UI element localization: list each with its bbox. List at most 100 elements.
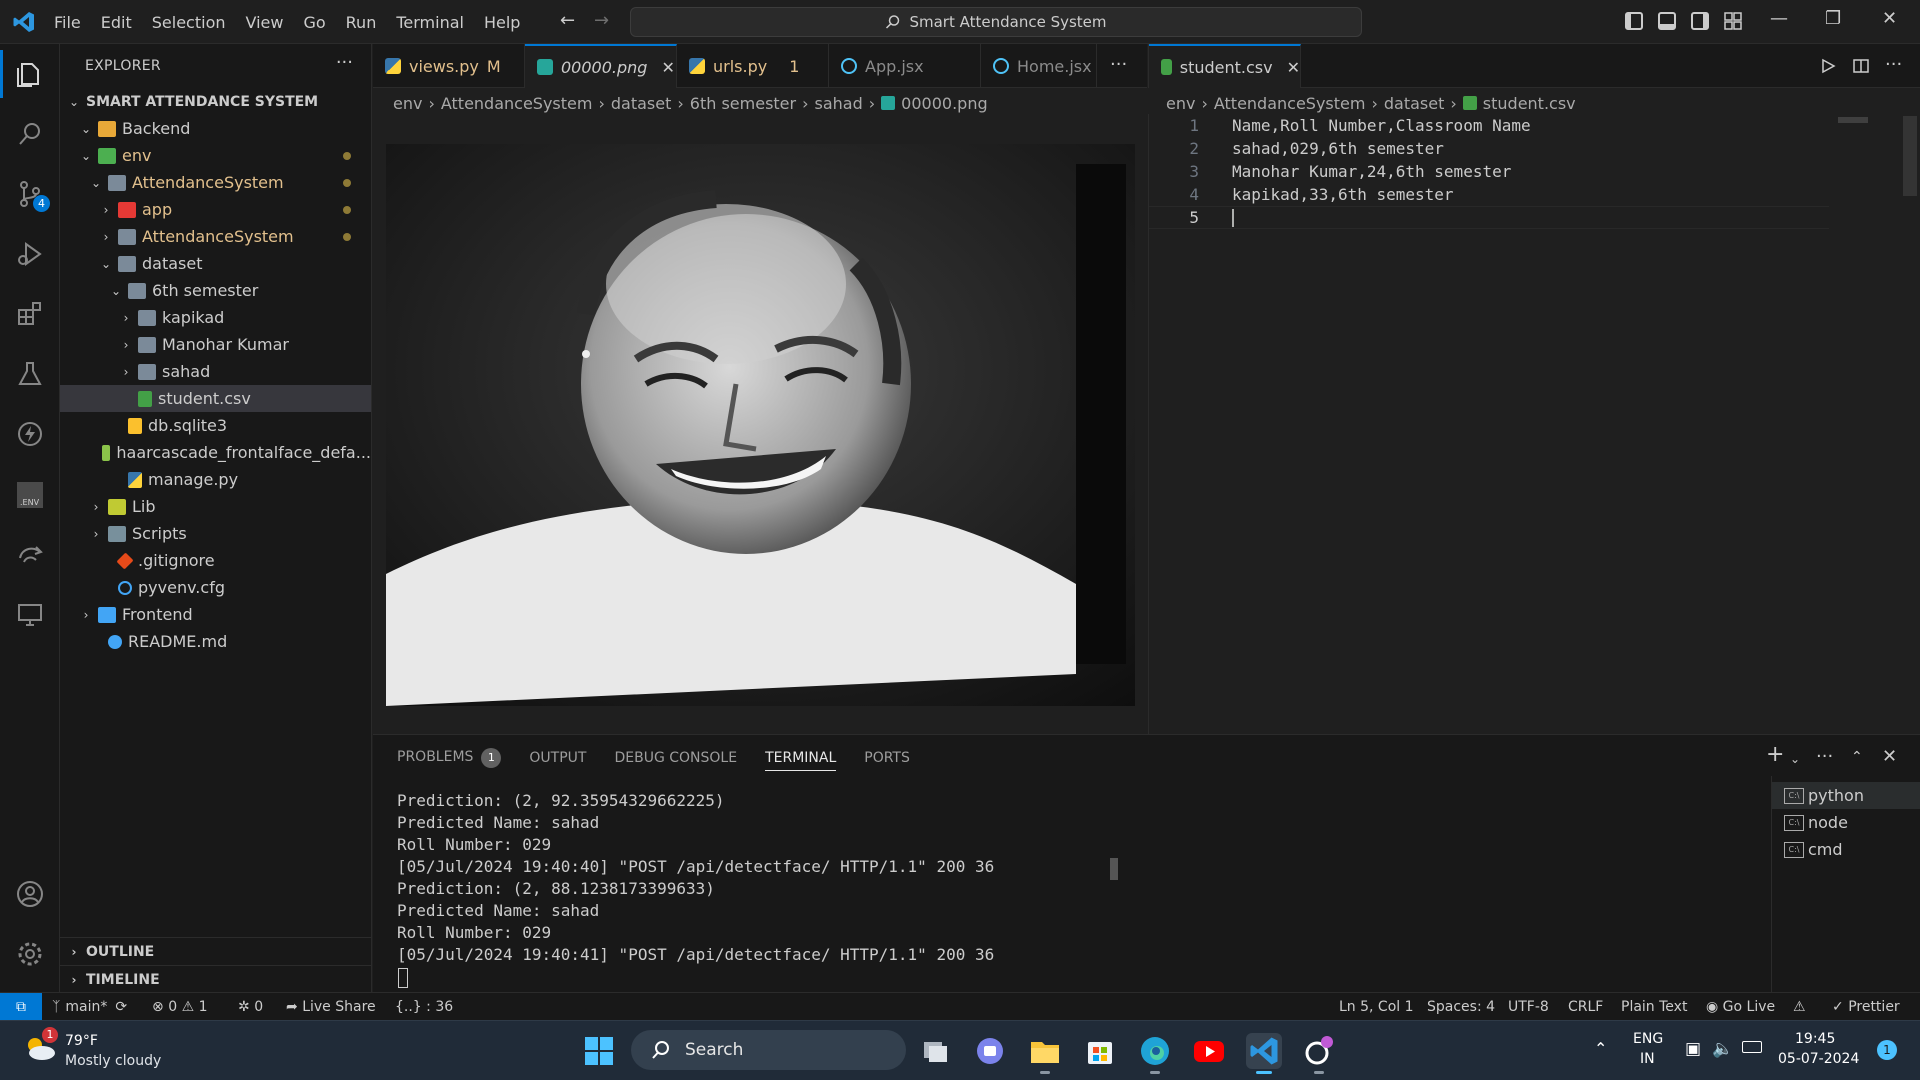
tab-00000-png[interactable]: 00000.png ✕ — [525, 44, 677, 88]
breadcrumb-item[interactable]: dataset — [611, 94, 672, 113]
thunder-client-icon[interactable] — [14, 418, 46, 450]
copilot-icon[interactable] — [1301, 1033, 1337, 1074]
tree-item-kapikad[interactable]: › kapikad — [60, 304, 371, 331]
tree-item-db-sqlite3[interactable]: db.sqlite3 — [60, 412, 371, 439]
back-arrow-icon[interactable]: ← — [560, 10, 575, 31]
menu-run[interactable]: Run — [336, 13, 387, 32]
chevron-down-icon[interactable]: ⌄ — [1790, 752, 1800, 766]
notifications-off-icon[interactable]: ⚠ — [1793, 993, 1806, 1020]
toggle-secondary-sidebar-icon[interactable] — [1691, 12, 1709, 30]
close-tab-icon[interactable]: ✕ — [661, 58, 674, 77]
problems-indicator[interactable]: ⊗ 0 ⚠ 1 — [152, 993, 208, 1020]
tab-views-py[interactable]: views.py M — [373, 44, 525, 88]
split-editor-icon[interactable] — [1853, 58, 1869, 74]
breadcrumb-item[interactable]: student.csv — [1483, 94, 1576, 113]
encoding[interactable]: UTF-8 — [1508, 993, 1549, 1020]
clock-date[interactable]: 05-07-2024 — [1778, 1051, 1859, 1067]
terminal-item-node[interactable]: C:\ node — [1772, 809, 1920, 836]
tree-item-pyvenv-cfg[interactable]: pyvenv.cfg — [60, 574, 371, 601]
more-tabs-icon[interactable]: ··· — [1110, 54, 1127, 75]
battery-icon[interactable] — [1742, 1041, 1762, 1053]
tree-item-attendancesystem-inner[interactable]: › AttendanceSystem — [60, 223, 371, 250]
clock-time[interactable]: 19:45 — [1795, 1031, 1835, 1047]
file-explorer-icon[interactable] — [1027, 1033, 1063, 1074]
language-mode[interactable]: Plain Text — [1621, 993, 1687, 1020]
breadcrumb-item[interactable]: AttendanceSystem — [441, 94, 593, 113]
go-live-button[interactable]: ◉ Go Live — [1706, 993, 1775, 1020]
code-editor[interactable]: 1 Name,Roll Number,Classroom Name 2 saha… — [1148, 114, 1920, 734]
settings-gear-icon[interactable] — [14, 938, 46, 970]
cursor-position[interactable]: Ln 5, Col 1 — [1339, 993, 1414, 1020]
tab-terminal[interactable]: TERMINAL — [765, 750, 837, 771]
remote-indicator-icon[interactable]: ⧉ — [0, 993, 42, 1020]
tree-item-scripts[interactable]: › Scripts — [60, 520, 371, 547]
tab-debug-console[interactable]: DEBUG CONSOLE — [614, 750, 737, 770]
tree-item-6th-semester[interactable]: ⌄ 6th semester — [60, 277, 371, 304]
tree-item-readme[interactable]: README.md — [60, 628, 371, 655]
breadcrumb-item[interactable]: sahad — [815, 94, 863, 113]
customize-layout-icon[interactable] — [1724, 12, 1742, 30]
outline-section[interactable]: › OUTLINE — [60, 937, 371, 965]
restore-icon[interactable]: ❐ — [1825, 8, 1841, 29]
menu-file[interactable]: File — [44, 13, 91, 32]
tree-item-haarcascade[interactable]: haarcascade_frontalface_defa... — [60, 439, 371, 466]
source-control-icon[interactable]: 4 — [14, 178, 50, 212]
network-icon[interactable]: ▣ — [1685, 1039, 1701, 1059]
tree-item-manohar-kumar[interactable]: › Manohar Kumar — [60, 331, 371, 358]
close-panel-icon[interactable]: ✕ — [1882, 746, 1897, 767]
indentation[interactable]: Spaces: 4 — [1427, 993, 1495, 1020]
taskbar-search[interactable]: Search — [631, 1030, 906, 1070]
new-terminal-icon[interactable]: + — [1766, 742, 1784, 767]
tree-item-sahad[interactable]: › sahad — [60, 358, 371, 385]
notification-badge[interactable]: 1 — [1877, 1040, 1897, 1060]
language-indicator[interactable]: ENG — [1633, 1031, 1663, 1047]
menu-view[interactable]: View — [236, 13, 294, 32]
teams-chat-icon[interactable] — [972, 1033, 1008, 1069]
vscode-taskbar-icon[interactable] — [1246, 1033, 1282, 1074]
breadcrumb-item[interactable]: AttendanceSystem — [1214, 94, 1366, 113]
maximize-panel-icon[interactable]: ⌃ — [1851, 749, 1863, 765]
start-windows-icon[interactable] — [581, 1033, 617, 1069]
run-debug-icon[interactable] — [14, 238, 46, 270]
menu-terminal[interactable]: Terminal — [386, 13, 474, 32]
remote-explorer-icon[interactable] — [14, 538, 46, 570]
tab-student-csv[interactable]: student.csv ✕ — [1149, 44, 1301, 88]
toggle-primary-sidebar-icon[interactable] — [1625, 12, 1643, 30]
remote-monitor-icon[interactable] — [14, 598, 46, 630]
tab-output[interactable]: OUTPUT — [529, 750, 586, 770]
live-share-button[interactable]: ➦ Live Share — [286, 993, 376, 1020]
more-actions-icon[interactable]: ··· — [1885, 54, 1902, 75]
tree-item-backend[interactable]: ⌄ Backend — [60, 115, 371, 142]
minimize-icon[interactable]: — — [1770, 8, 1788, 29]
microsoft-store-icon[interactable] — [1082, 1033, 1118, 1069]
tree-item-env[interactable]: ⌄ env — [60, 142, 371, 169]
edge-browser-icon[interactable] — [1137, 1033, 1173, 1074]
weather-cloud-icon[interactable]: 1 — [22, 1027, 58, 1063]
prettier-button[interactable]: ✓ Prettier — [1832, 993, 1900, 1020]
close-tab-icon[interactable]: ✕ — [1287, 58, 1300, 77]
dotenv-icon[interactable]: .ENV — [14, 478, 46, 510]
tab-urls-py[interactable]: urls.py 1 — [677, 44, 829, 88]
breadcrumb-item[interactable]: env — [393, 94, 422, 113]
volume-icon[interactable]: 🔈 — [1712, 1039, 1733, 1059]
accounts-icon[interactable] — [14, 878, 46, 910]
tree-item-frontend[interactable]: › Frontend — [60, 601, 371, 628]
breadcrumb-item[interactable]: 00000.png — [901, 94, 987, 113]
workspace-root[interactable]: ⌄ SMART ATTENDANCE SYSTEM — [60, 88, 371, 115]
search-icon[interactable] — [14, 118, 46, 150]
tab-home-jsx[interactable]: Home.jsx — [981, 44, 1097, 88]
menu-edit[interactable]: Edit — [91, 13, 142, 32]
forward-arrow-icon[interactable]: → — [594, 10, 609, 31]
tab-ports[interactable]: PORTS — [864, 750, 910, 770]
youtube-icon[interactable] — [1191, 1033, 1227, 1069]
more-actions-icon[interactable]: ··· — [336, 52, 353, 73]
tree-item-lib[interactable]: › Lib — [60, 493, 371, 520]
explorer-icon[interactable] — [0, 50, 46, 98]
tab-app-jsx[interactable]: App.jsx — [829, 44, 981, 88]
terminal-output[interactable]: Prediction: (2, 92.35954329662225) Predi… — [397, 791, 1777, 967]
command-center-search[interactable]: Smart Attendance System — [630, 7, 1362, 37]
ports-indicator[interactable]: ✲ 0 — [238, 993, 263, 1020]
region-indicator[interactable]: IN — [1640, 1051, 1655, 1067]
tree-item-app[interactable]: › app — [60, 196, 371, 223]
run-file-icon[interactable] — [1820, 58, 1836, 74]
